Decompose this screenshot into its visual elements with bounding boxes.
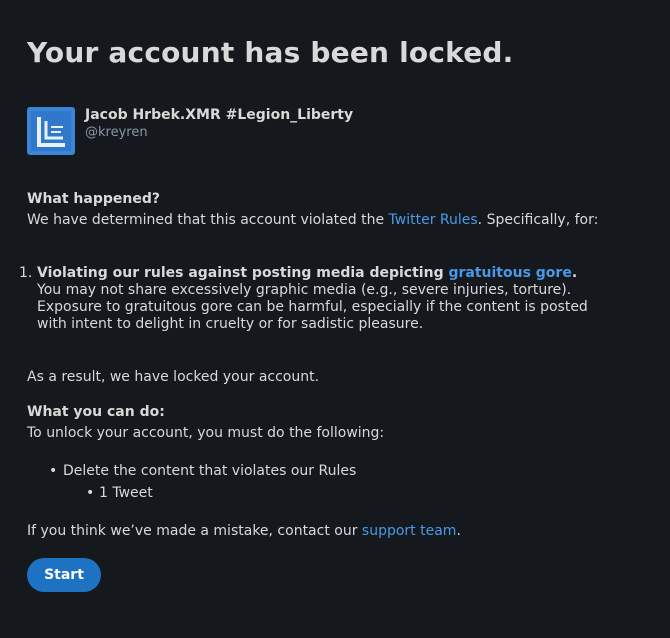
what-happened-text-after: . Specifically, for: <box>477 212 599 228</box>
twitter-rules-link[interactable]: Twitter Rules <box>389 212 478 228</box>
what-you-can-do-heading: What you can do: <box>27 404 165 420</box>
page-title: Your account has been locked. <box>27 36 514 69</box>
violation-description: You may not share excessively graphic me… <box>37 282 588 332</box>
avatar <box>27 107 75 155</box>
profile-card: Jacob Hrbek.XMR #Legion_Liberty @kreyren <box>27 107 627 155</box>
mistake-text-before: If you think we’ve made a mistake, conta… <box>27 523 362 539</box>
task-bullet: • <box>49 463 58 479</box>
start-button[interactable]: Start <box>27 558 101 592</box>
violation-title-after: . <box>571 265 578 281</box>
subtask-tweet-count: 1 Tweet <box>99 485 153 501</box>
violation-title-before: Violating our rules against posting medi… <box>37 265 449 281</box>
violation-item: Violating our rules against posting medi… <box>37 265 637 333</box>
gratuitous-gore-link[interactable]: gratuitous gore <box>448 265 571 281</box>
what-happened-heading: What happened? <box>27 191 160 207</box>
violation-number: 1. <box>19 265 33 281</box>
violation-title: Violating our rules against posting medi… <box>37 265 637 282</box>
result-text: As a result, we have locked your account… <box>27 369 320 385</box>
mistake-text-after: . <box>456 523 461 539</box>
user-handle: @kreyren <box>85 125 148 140</box>
what-happened-text: We have determined that this account vio… <box>27 212 598 228</box>
what-happened-text-before: We have determined that this account vio… <box>27 212 389 228</box>
unlock-instructions: To unlock your account, you must do the … <box>27 425 385 441</box>
subtask-bullet: • <box>86 485 95 501</box>
mistake-text: If you think we’ve made a mistake, conta… <box>27 523 461 539</box>
support-team-link[interactable]: support team <box>362 523 457 539</box>
task-delete-content: Delete the content that violates our Rul… <box>63 463 357 479</box>
avatar-logo-icon <box>27 107 75 155</box>
display-name: Jacob Hrbek.XMR #Legion_Liberty <box>85 107 354 123</box>
